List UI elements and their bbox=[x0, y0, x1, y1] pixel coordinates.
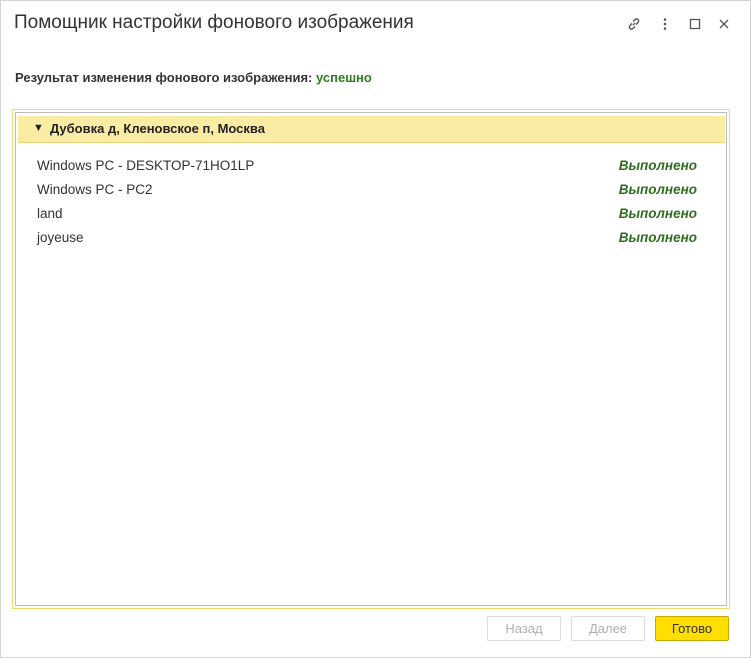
back-button[interactable]: Назад bbox=[487, 616, 561, 641]
close-icon[interactable] bbox=[714, 14, 734, 34]
results-list: Windows PC - DESKTOP-71HO1LP Выполнено W… bbox=[16, 157, 726, 253]
titlebar: Помощник настройки фонового изображения bbox=[1, 1, 750, 47]
next-button[interactable]: Далее bbox=[571, 616, 645, 641]
list-item[interactable]: Windows PC - DESKTOP-71HO1LP Выполнено bbox=[16, 157, 726, 181]
device-name: joyeuse bbox=[37, 230, 84, 245]
collapse-arrow-icon[interactable]: ▼ bbox=[33, 122, 44, 134]
list-item[interactable]: Windows PC - PC2 Выполнено bbox=[16, 181, 726, 205]
results-panel: ▼ Дубовка д, Кленовское п, Москва Window… bbox=[15, 112, 727, 606]
done-button[interactable]: Готово bbox=[655, 616, 729, 641]
device-status: Выполнено bbox=[618, 158, 697, 173]
result-status: успешно bbox=[315, 70, 372, 85]
result-line: Результат изменения фонового изображения… bbox=[15, 70, 372, 85]
result-label: Результат изменения фонового изображения… bbox=[15, 70, 313, 85]
more-vertical-icon[interactable] bbox=[655, 14, 675, 34]
device-status: Выполнено bbox=[618, 230, 697, 245]
maximize-icon[interactable] bbox=[685, 14, 705, 34]
group-header[interactable]: ▼ Дубовка д, Кленовское п, Москва bbox=[18, 116, 725, 143]
device-name: Windows PC - DESKTOP-71HO1LP bbox=[37, 158, 255, 173]
link-icon[interactable] bbox=[624, 14, 644, 34]
dialog-title: Помощник настройки фонового изображения bbox=[14, 12, 414, 33]
device-name: land bbox=[37, 206, 63, 221]
dialog-window: Помощник настройки фонового изображения bbox=[0, 0, 751, 658]
device-status: Выполнено bbox=[618, 206, 697, 221]
list-item[interactable]: land Выполнено bbox=[16, 205, 726, 229]
device-name: Windows PC - PC2 bbox=[37, 182, 153, 197]
device-status: Выполнено bbox=[618, 182, 697, 197]
results-panel-frame: ▼ Дубовка д, Кленовское п, Москва Window… bbox=[12, 109, 730, 609]
group-title: Дубовка д, Кленовское п, Москва bbox=[50, 121, 265, 136]
list-item[interactable]: joyeuse Выполнено bbox=[16, 229, 726, 253]
